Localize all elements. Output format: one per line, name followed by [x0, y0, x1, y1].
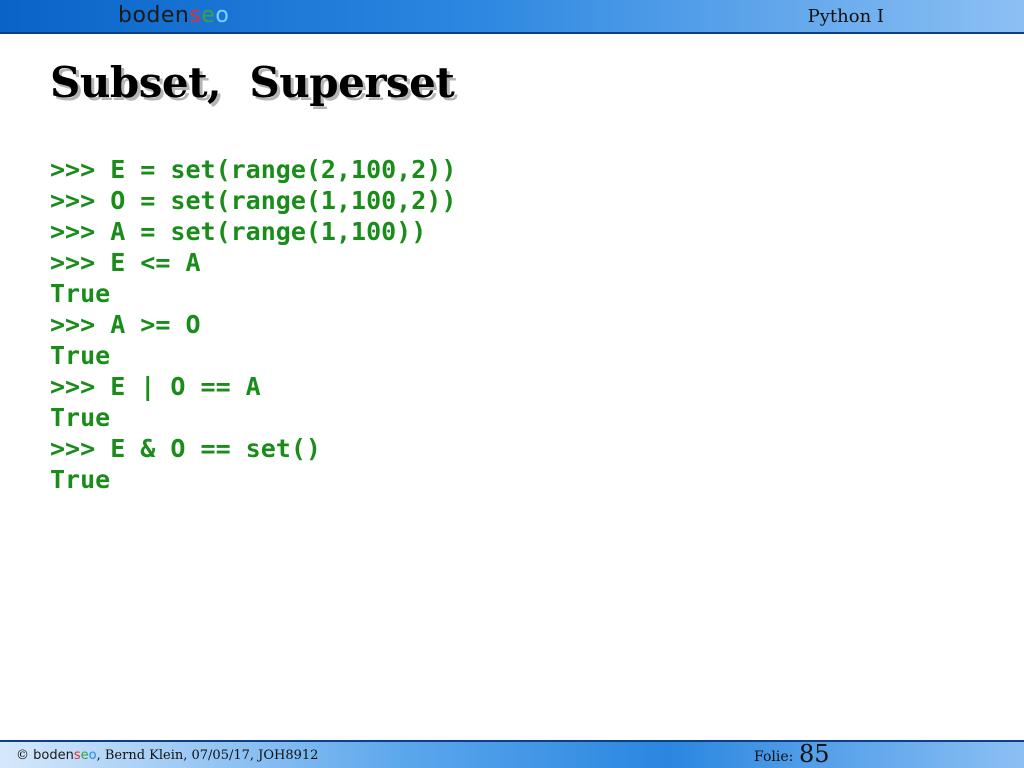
code-line: >>> E = set(range(2,100,2)): [50, 155, 457, 184]
code-line: >>> E & O == set(): [50, 434, 321, 463]
code-line: >>> A = set(range(1,100)): [50, 217, 427, 246]
slide-title: Subset, Superset: [50, 58, 455, 107]
slide-number-label: Folie:: [754, 749, 794, 765]
header-bar: bodenseo Python I: [0, 0, 1024, 34]
code-output-line: True: [50, 341, 111, 370]
bodenseo-logo: bodenseo: [118, 2, 229, 30]
footer-logo-s: s: [73, 748, 81, 763]
logo-text-e: e: [201, 3, 216, 28]
code-output-line: True: [50, 465, 111, 494]
code-line: >>> A >= O: [50, 310, 201, 339]
code-line: >>> E | O == A: [50, 372, 261, 401]
code-output-line: True: [50, 279, 111, 308]
copyright-symbol: ©: [16, 748, 29, 763]
logo-text-s: s: [189, 3, 202, 28]
course-title: Python I: [807, 6, 884, 27]
footer-bar: © bodenseo, Bernd Klein, 07/05/17, JOH89…: [0, 740, 1024, 768]
footer-author-info: , Bernd Klein, 07/05/17, JOH8912: [96, 748, 319, 763]
code-block: >>> E = set(range(2,100,2)) >>> O = set(…: [50, 154, 456, 495]
footer-logo-e: e: [80, 748, 89, 763]
footer-logo-boden: boden: [33, 748, 74, 763]
footer-logo: bodenseo: [33, 748, 96, 763]
code-line: >>> E <= A: [50, 248, 201, 277]
slide-number: 85: [799, 740, 830, 768]
code-line: >>> O = set(range(1,100,2)): [50, 186, 457, 215]
footer-logo-o: o: [88, 748, 97, 763]
code-output-line: True: [50, 403, 111, 432]
logo-text-boden: boden: [118, 3, 190, 28]
logo-text-o: o: [215, 3, 230, 28]
footer-credits: © bodenseo, Bernd Klein, 07/05/17, JOH89…: [16, 748, 318, 763]
